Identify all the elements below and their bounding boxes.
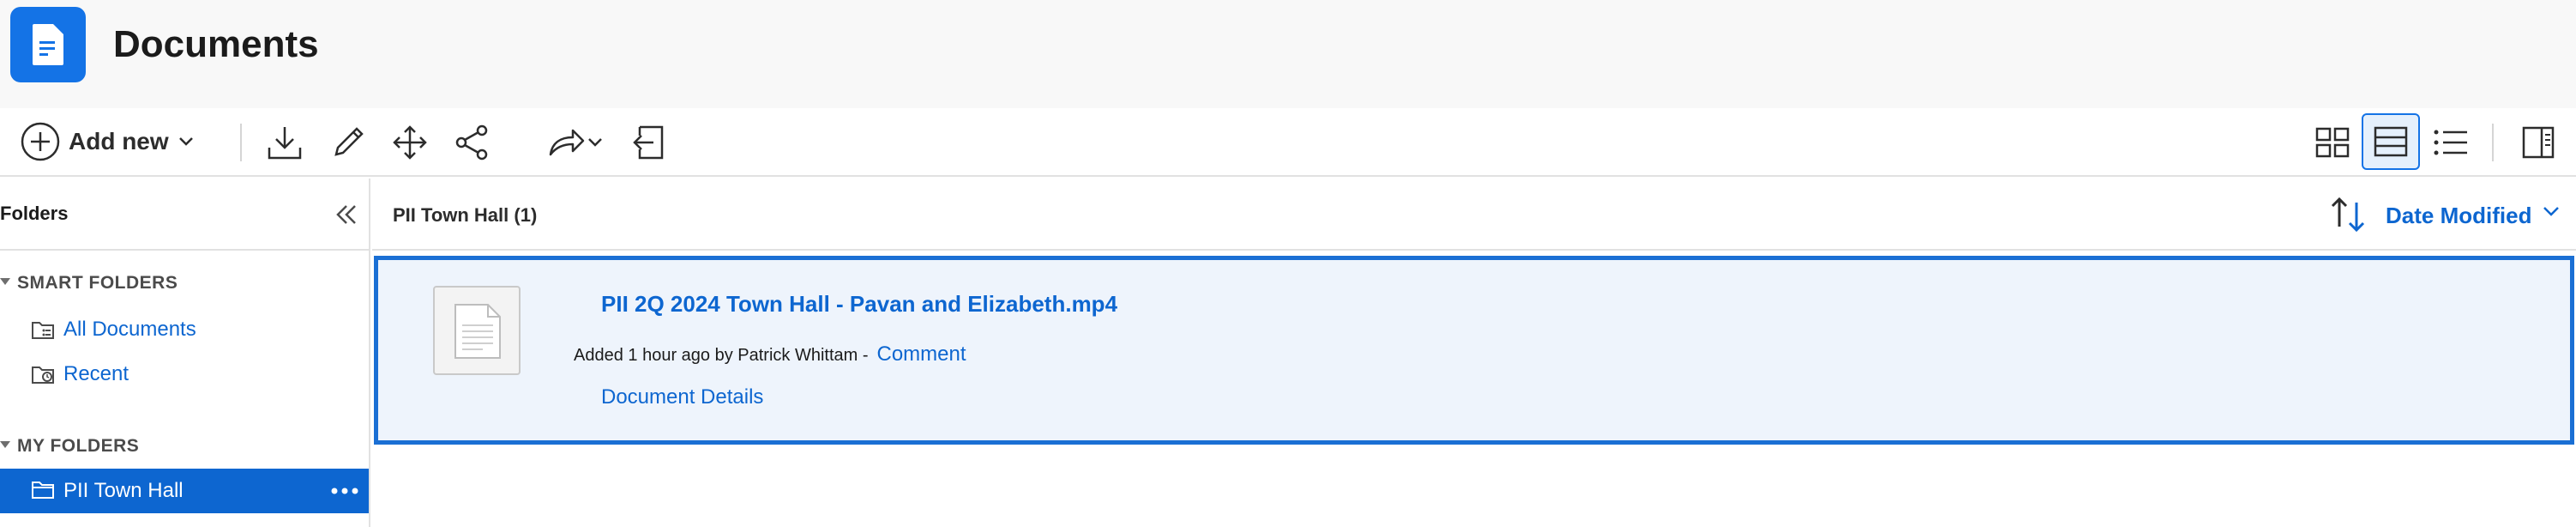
download-icon xyxy=(268,127,302,160)
sidebar-item-label: Recent xyxy=(63,362,129,385)
sidebar-item-all-documents[interactable]: All Documents xyxy=(31,318,196,342)
sidebar-item-label: All Documents xyxy=(63,318,196,341)
forward-button[interactable] xyxy=(539,120,612,165)
list-view-button[interactable] xyxy=(2427,118,2475,167)
toolbar: Add new xyxy=(0,108,2576,177)
document-title-link[interactable]: PII 2Q 2024 Town Hall - Pavan and Elizab… xyxy=(601,291,1117,318)
folders-sidebar: Folders SMART FOLDERS All Documents Rece… xyxy=(0,179,370,527)
sort-order-icon[interactable] xyxy=(2329,194,2367,235)
my-folders-label: MY FOLDERS xyxy=(17,436,140,456)
grid-view-icon xyxy=(2315,127,2350,158)
recent-folder-icon xyxy=(32,366,54,384)
sort-dropdown[interactable]: Date Modified xyxy=(2386,203,2531,229)
export-button[interactable] xyxy=(626,120,671,165)
list-view-icon xyxy=(2434,130,2467,155)
document-added-info: Added 1 hour ago by Patrick Whittam - xyxy=(574,346,869,365)
page-title: Documents xyxy=(113,23,319,65)
sidebar-item-recent[interactable]: Recent xyxy=(31,362,129,386)
document-details-link[interactable]: Document Details xyxy=(601,385,763,409)
chevron-down-icon xyxy=(178,137,193,146)
add-new-label: Add new xyxy=(69,128,169,154)
more-options-icon[interactable] xyxy=(329,479,360,503)
my-folders-toggle-icon[interactable] xyxy=(0,441,10,448)
export-icon xyxy=(633,125,664,160)
toolbar-divider xyxy=(240,124,242,161)
forward-icon xyxy=(549,129,585,156)
toolbar-divider xyxy=(2492,124,2494,161)
chevron-down-icon xyxy=(588,138,602,147)
document-meta: Added 1 hour ago by Patrick Whittam - Co… xyxy=(574,342,966,366)
document-card[interactable]: PII 2Q 2024 Town Hall - Pavan and Elizab… xyxy=(374,256,2574,445)
edit-icon xyxy=(334,127,364,156)
card-view-icon xyxy=(2374,126,2408,157)
document-thumbnail[interactable] xyxy=(433,286,521,375)
smart-folder-icon xyxy=(32,322,54,339)
sidebar-header: Folders xyxy=(0,179,369,251)
breadcrumb: PII Town Hall (1) xyxy=(393,204,538,226)
sidebar-item-label: PII Town Hall xyxy=(63,479,184,502)
panel-toggle-icon xyxy=(2522,126,2555,159)
comment-link[interactable]: Comment xyxy=(877,342,966,366)
content-header: PII Town Hall (1) Date Modified xyxy=(372,179,2576,251)
smart-folders-toggle-icon[interactable] xyxy=(0,278,10,285)
add-new-button[interactable]: Add new xyxy=(21,118,195,165)
move-icon xyxy=(393,125,427,160)
sidebar-item-pii-town-hall[interactable]: PII Town Hall xyxy=(0,469,369,513)
smart-folders-label: SMART FOLDERS xyxy=(17,273,178,293)
file-icon xyxy=(454,304,501,359)
chevron-down-icon[interactable] xyxy=(2542,204,2561,218)
sidebar-title: Folders xyxy=(0,203,69,224)
download-button[interactable] xyxy=(262,120,307,165)
move-button[interactable] xyxy=(388,120,432,165)
app-header: Documents xyxy=(0,0,2576,108)
grid-view-button[interactable] xyxy=(2308,118,2356,167)
folder-icon xyxy=(32,482,54,499)
panel-toggle-button[interactable] xyxy=(2514,118,2562,167)
collapse-sidebar-icon[interactable] xyxy=(333,201,360,228)
share-button[interactable] xyxy=(449,120,494,165)
edit-button[interactable] xyxy=(326,120,370,165)
card-view-button[interactable] xyxy=(2362,113,2420,170)
add-circle-icon xyxy=(21,122,60,161)
share-icon xyxy=(455,124,488,161)
documents-logo-icon xyxy=(10,7,86,82)
